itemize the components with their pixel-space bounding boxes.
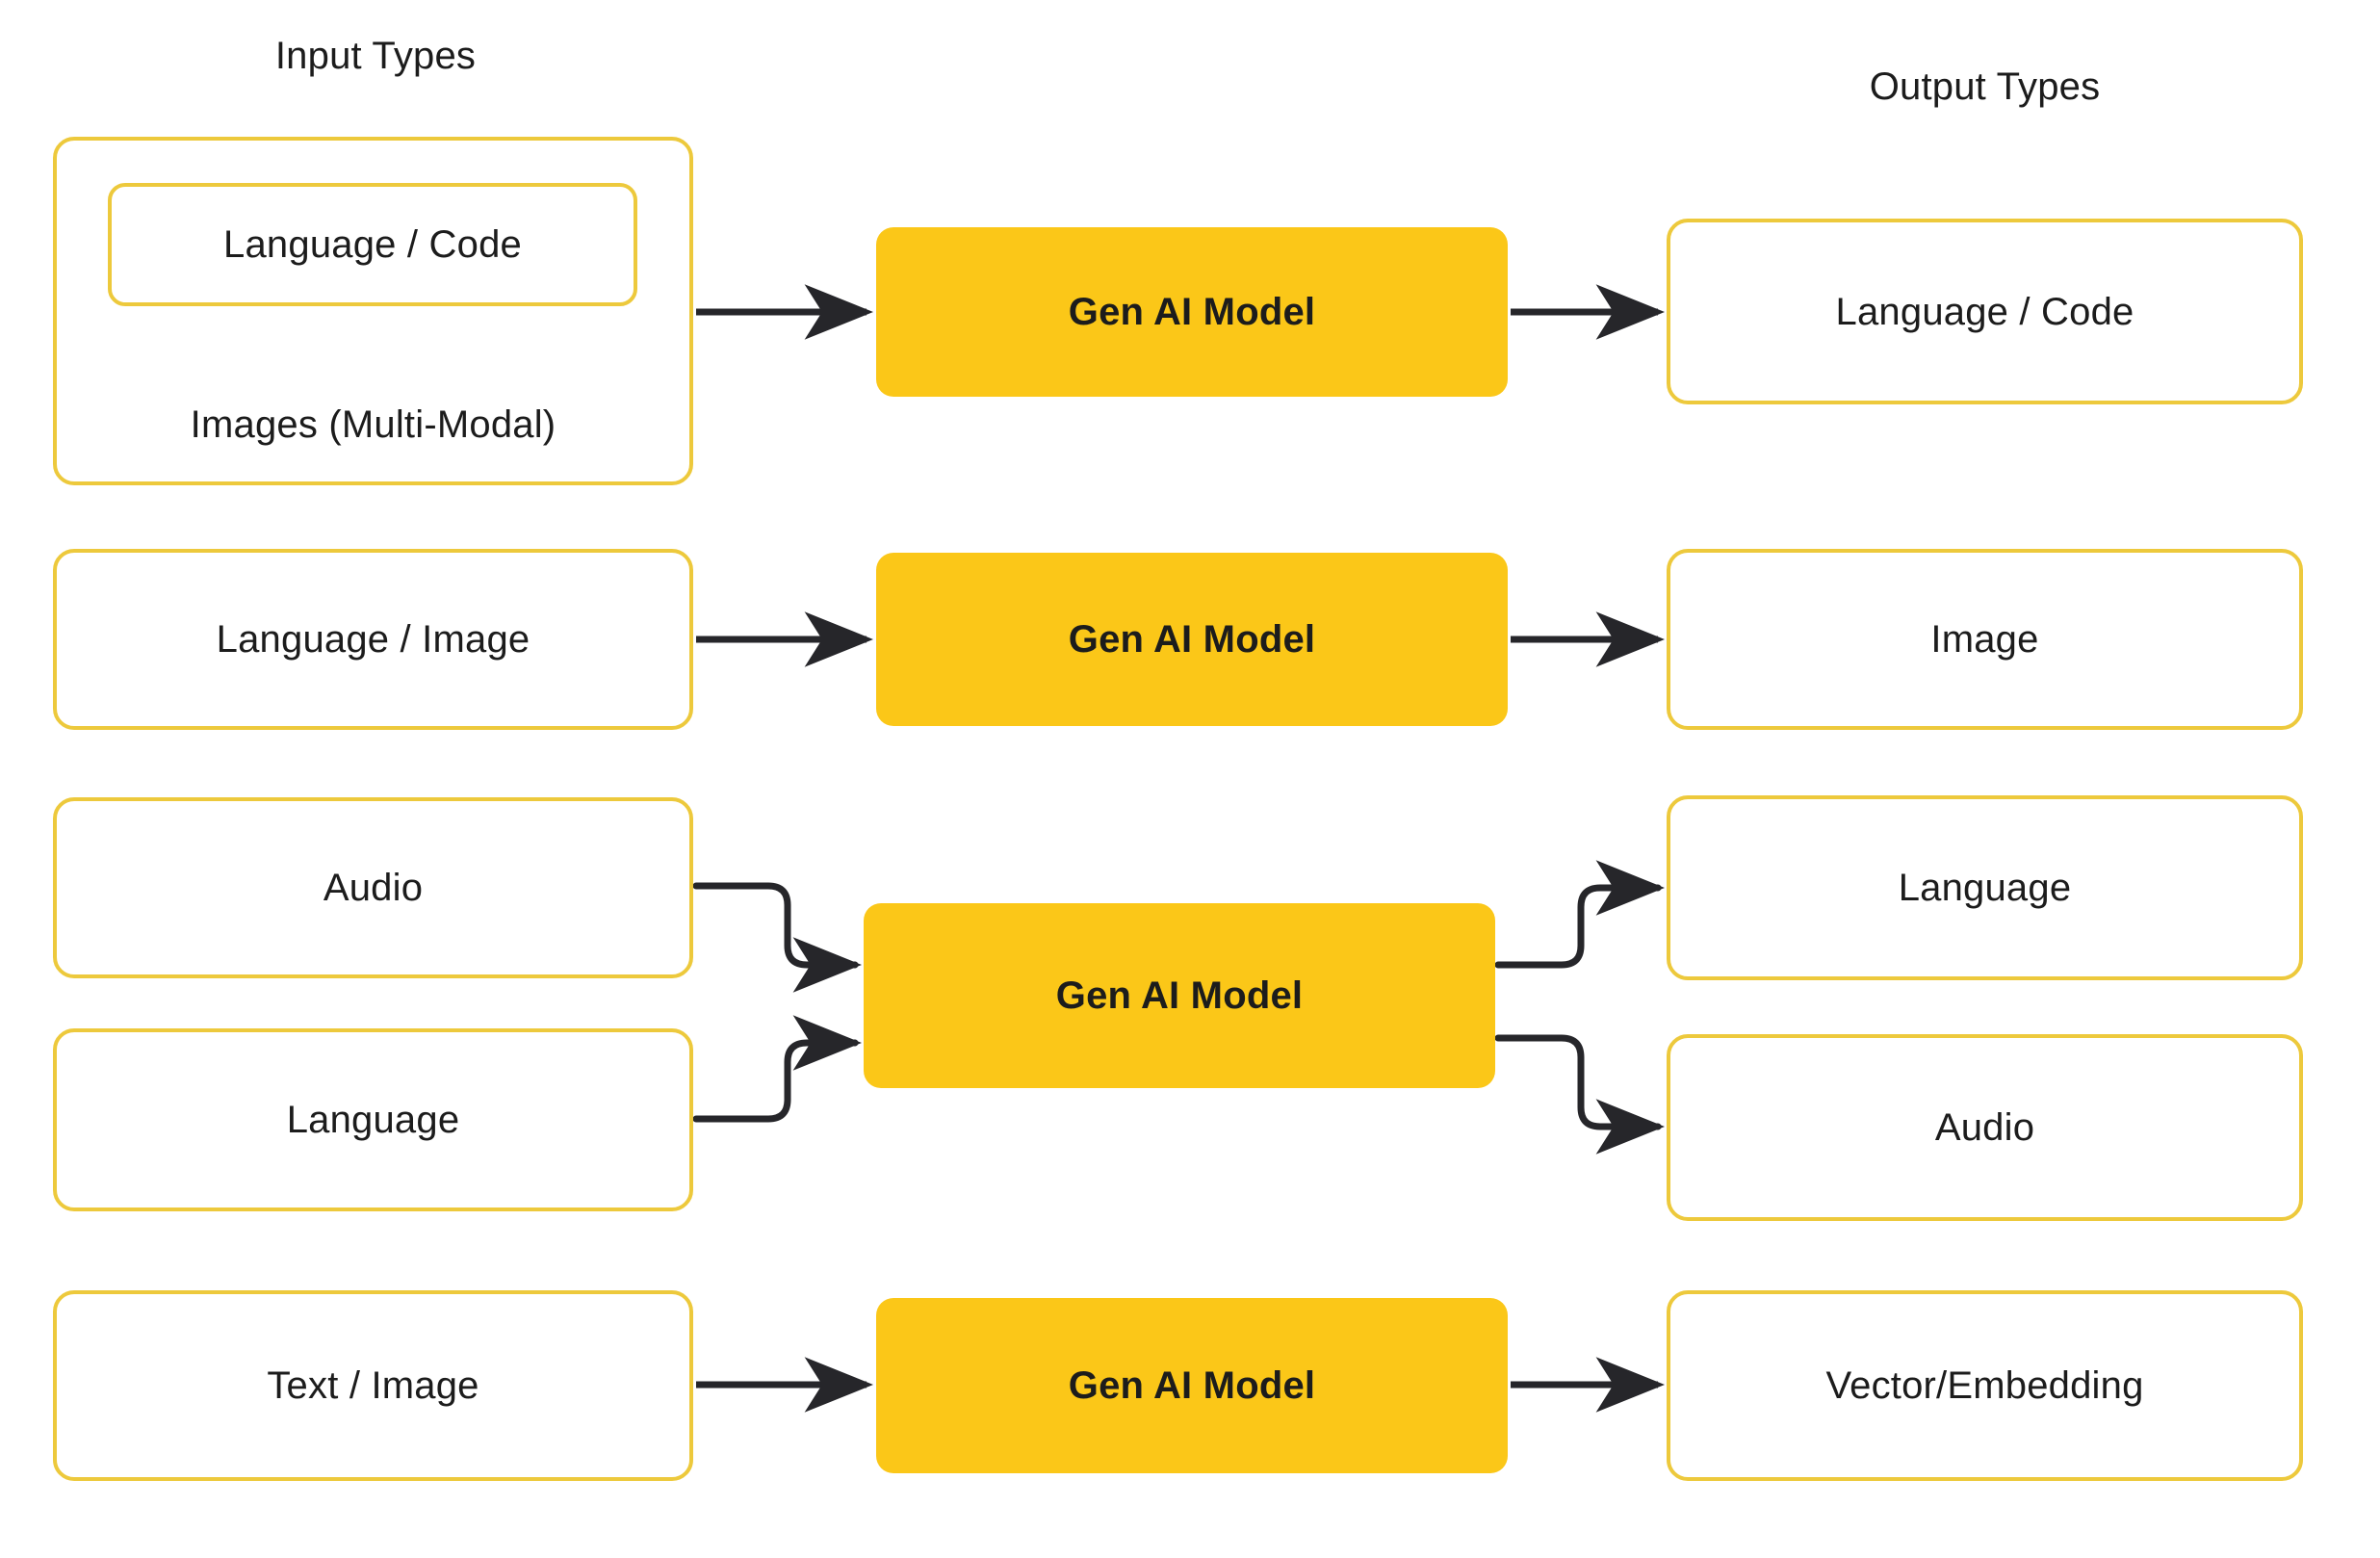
output-box-row1[interactable]: Language / Code [1667,219,2303,404]
input-box-row4[interactable]: Text / Image [53,1290,693,1481]
model-box-row3-label: Gen AI Model [1055,974,1304,1017]
output-box-row4-label: Vector/Embedding [1825,1364,2144,1407]
model-box-row3[interactable]: Gen AI Model [864,903,1495,1088]
output-box-row3-language[interactable]: Language [1667,795,2303,980]
diagram-canvas: Input Types Output Types Images (Multi-M [0,0,2380,1558]
model-box-row2[interactable]: Gen AI Model [876,553,1508,726]
output-box-row1-label: Language / Code [1835,290,2134,333]
elbow-row3-model-to-audio [1494,1034,1666,1155]
output-box-row2[interactable]: Image [1667,549,2303,730]
model-box-row4-label: Gen AI Model [1068,1364,1316,1407]
model-box-row2-label: Gen AI Model [1068,618,1316,661]
output-box-row3-language-label: Language [1898,867,2072,909]
input-box-row3-audio-label: Audio [323,867,424,909]
input-nested-row1[interactable]: Language / Code [108,183,637,306]
input-box-row2-label: Language / Image [216,618,530,661]
output-box-row4[interactable]: Vector/Embedding [1667,1290,2303,1481]
model-box-row1[interactable]: Gen AI Model [876,227,1508,397]
elbow-row3-language-to-model [692,1015,863,1123]
elbow-row3-audio-to-model [692,882,863,993]
output-types-title: Output Types [1869,65,2101,108]
model-box-row4[interactable]: Gen AI Model [876,1298,1508,1473]
model-box-row1-label: Gen AI Model [1068,291,1316,333]
input-box-row3-audio[interactable]: Audio [53,797,693,978]
input-box-row2[interactable]: Language / Image [53,549,693,730]
input-box-row3-language-label: Language [286,1099,460,1141]
input-box-row3-language[interactable]: Language [53,1028,693,1211]
output-box-row3-audio[interactable]: Audio [1667,1034,2303,1221]
output-box-row2-label: Image [1930,618,2039,661]
input-group-row1-label: Images (Multi-Modal) [190,403,556,446]
input-box-row4-label: Text / Image [267,1364,479,1407]
elbow-row3-model-to-language [1494,860,1666,969]
output-box-row3-audio-label: Audio [1934,1106,2035,1149]
input-nested-row1-label: Language / Code [223,223,522,266]
input-types-title: Input Types [274,35,477,77]
